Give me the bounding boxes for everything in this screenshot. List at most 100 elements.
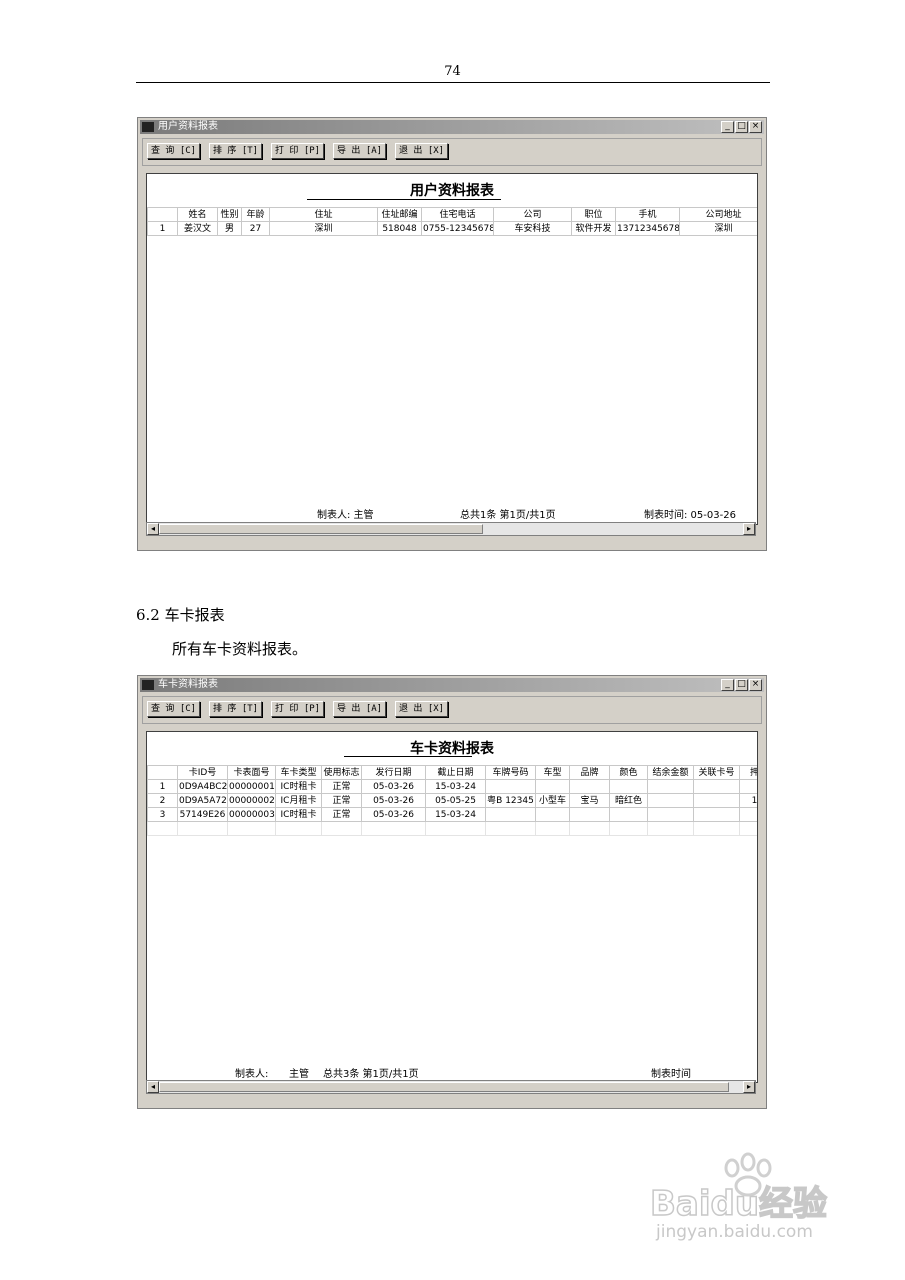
baidu-watermark: Baidu经验 jingyan.baidu.com bbox=[640, 1150, 860, 1250]
column-header[interactable]: 车型 bbox=[535, 765, 570, 780]
footer-time: 制表时间: 05-03-26 bbox=[644, 510, 736, 521]
exit-button[interactable]: 退 出 [X] bbox=[395, 143, 449, 159]
query-button[interactable]: 查 询 [C] bbox=[147, 701, 201, 717]
column-header[interactable]: 手机 bbox=[615, 207, 680, 222]
scroll-left-icon[interactable]: ◂ bbox=[147, 523, 159, 535]
horizontal-scrollbar[interactable]: ◂ ▸ bbox=[146, 522, 756, 536]
print-button[interactable]: 打 印 [P] bbox=[271, 143, 325, 159]
table-row[interactable]: 1 姜汉文男 27 深圳 518048 0755-12345678 车安科技 软件开发 1371… bbox=[147, 221, 757, 236]
table-cell: 深圳 bbox=[679, 221, 757, 236]
section-title: 6.2 车卡报表 bbox=[136, 606, 225, 624]
table-cell bbox=[569, 807, 610, 822]
sort-button[interactable]: 排 序 [T] bbox=[209, 701, 263, 717]
column-header[interactable] bbox=[147, 765, 178, 780]
column-header[interactable]: 性别 bbox=[217, 207, 242, 222]
scroll-thumb[interactable] bbox=[159, 524, 483, 534]
column-header[interactable]: 关联卡号 bbox=[693, 765, 740, 780]
table-row[interactable]: 3 57149E26 00000003 IC时租卡 正常 05-03-26 15-03-24 bbox=[147, 807, 757, 822]
column-header[interactable]: 颜色 bbox=[609, 765, 648, 780]
table-cell: 暗红色 bbox=[609, 793, 648, 808]
table-row[interactable]: 1 0D9A4BC2 00000001 IC时租卡 正常 05-03-26 15-03-24 bbox=[147, 779, 757, 794]
column-header[interactable]: 截止日期 bbox=[425, 765, 486, 780]
table-cell: 0D9A4BC2 bbox=[177, 779, 228, 794]
table-cell: 0755-12345678 bbox=[421, 221, 494, 236]
exit-button[interactable]: 退 出 [X] bbox=[395, 701, 449, 717]
scroll-right-icon[interactable]: ▸ bbox=[743, 523, 755, 535]
sort-button[interactable]: 排 序 [T] bbox=[209, 143, 263, 159]
column-header[interactable]: 职位 bbox=[571, 207, 616, 222]
title-bar[interactable]: 车卡资料报表 _ □ × bbox=[140, 678, 764, 692]
export-button[interactable]: 导 出 [A] bbox=[333, 143, 387, 159]
minimize-button[interactable]: _ bbox=[721, 121, 734, 133]
column-header[interactable]: 卡表面号 bbox=[227, 765, 276, 780]
table-cell bbox=[485, 779, 536, 794]
column-header[interactable]: 发行日期 bbox=[361, 765, 426, 780]
empty-row bbox=[147, 821, 757, 836]
table-row[interactable]: 2 0D9A5A72 00000002 IC月租卡 正常 05-03-26 05-05-25… bbox=[147, 793, 757, 808]
column-header[interactable]: 结余金额 bbox=[647, 765, 694, 780]
horizontal-scrollbar[interactable]: ◂ ▸ bbox=[146, 1080, 756, 1094]
minimize-button[interactable]: _ bbox=[721, 679, 734, 691]
user-report-window: 用户资料报表 _ □ × 查 询 [C] 排 序 [T] 打 印 [P] 导 出… bbox=[137, 117, 767, 551]
column-header[interactable]: 姓名 bbox=[177, 207, 218, 222]
table-cell bbox=[739, 779, 757, 794]
table-cell bbox=[569, 779, 610, 794]
column-header[interactable]: 公司 bbox=[493, 207, 572, 222]
column-header[interactable]: 卡ID号 bbox=[177, 765, 228, 780]
table-cell: 粤B 12345 bbox=[485, 793, 536, 808]
table-cell bbox=[739, 807, 757, 822]
table-cell: 正常 bbox=[321, 793, 362, 808]
table-cell: 05-03-26 bbox=[361, 793, 426, 808]
report-title: 用户资料报表 bbox=[410, 183, 494, 199]
toolbar: 查 询 [C] 排 序 [T] 打 印 [P] 导 出 [A] 退 出 [X] bbox=[142, 696, 762, 724]
table-cell bbox=[609, 807, 648, 822]
table-cell bbox=[609, 779, 648, 794]
page-number: 74 bbox=[444, 64, 461, 79]
scroll-right-icon[interactable]: ▸ bbox=[743, 1081, 755, 1093]
table-cell bbox=[693, 807, 740, 822]
export-button[interactable]: 导 出 [A] bbox=[333, 701, 387, 717]
column-header[interactable]: 年龄 bbox=[241, 207, 270, 222]
column-header[interactable]: 押 bbox=[739, 765, 757, 780]
table-cell: 00000003 bbox=[227, 807, 276, 822]
table-cell bbox=[647, 779, 694, 794]
query-button[interactable]: 查 询 [C] bbox=[147, 143, 201, 159]
data-table: 卡ID号 卡表面号 车卡类型 使用标志 发行日期 截止日期 车牌号码 车型 品牌 颜色 结余金额 关联… bbox=[147, 765, 757, 836]
section-description: 所有车卡资料报表。 bbox=[172, 640, 308, 658]
table-cell: 00000002 bbox=[227, 793, 276, 808]
table-cell: 1 bbox=[147, 779, 178, 794]
column-header[interactable]: 车卡类型 bbox=[275, 765, 322, 780]
watermark-url: jingyan.baidu.com bbox=[656, 1222, 813, 1242]
close-button[interactable]: × bbox=[749, 121, 762, 133]
column-header[interactable]: 住址 bbox=[269, 207, 378, 222]
scroll-left-icon[interactable]: ◂ bbox=[147, 1081, 159, 1093]
maximize-button[interactable]: □ bbox=[735, 679, 748, 691]
column-header[interactable]: 住址邮编 bbox=[377, 207, 422, 222]
watermark-brand: Baidu经验 bbox=[649, 1183, 828, 1225]
scroll-thumb[interactable] bbox=[159, 1082, 729, 1092]
table-cell: 15-03-24 bbox=[425, 807, 486, 822]
maximize-button[interactable]: □ bbox=[735, 121, 748, 133]
table-cell bbox=[535, 779, 570, 794]
table-cell: 车安科技 bbox=[493, 221, 572, 236]
column-header[interactable] bbox=[147, 207, 178, 222]
column-header[interactable]: 车牌号码 bbox=[485, 765, 536, 780]
report-area: 车卡资料报表 卡ID号 卡表面号 车卡类型 使用标志 发行日期 截止日期 车牌号码 车型 品牌颜… bbox=[146, 731, 758, 1083]
title-bar[interactable]: 用户资料报表 _ □ × bbox=[140, 120, 764, 134]
footer-maker: 制表人: bbox=[235, 1069, 269, 1080]
column-header[interactable]: 住宅电话 bbox=[421, 207, 494, 222]
footer-time: 制表时间 bbox=[651, 1069, 691, 1080]
header-rule bbox=[136, 82, 770, 83]
table-cell: 57149E26 bbox=[177, 807, 228, 822]
report-area: 用户资料报表 姓名 性别 年龄 住址 住址邮编 住宅电话 公司 职位 手机 公司地址 1 姜汉文男 27… bbox=[146, 173, 758, 525]
table-cell: IC时租卡 bbox=[275, 779, 322, 794]
close-button[interactable]: × bbox=[749, 679, 762, 691]
report-title-underline bbox=[307, 199, 501, 200]
table-cell: 小型车 bbox=[535, 793, 570, 808]
table-cell: 1 bbox=[147, 221, 178, 236]
column-header[interactable]: 使用标志 bbox=[321, 765, 362, 780]
card-report-window: 车卡资料报表 _ □ × 查 询 [C] 排 序 [T] 打 印 [P] 导 出… bbox=[137, 675, 767, 1109]
print-button[interactable]: 打 印 [P] bbox=[271, 701, 325, 717]
column-header[interactable]: 品牌 bbox=[569, 765, 610, 780]
column-header[interactable]: 公司地址 bbox=[679, 207, 757, 222]
